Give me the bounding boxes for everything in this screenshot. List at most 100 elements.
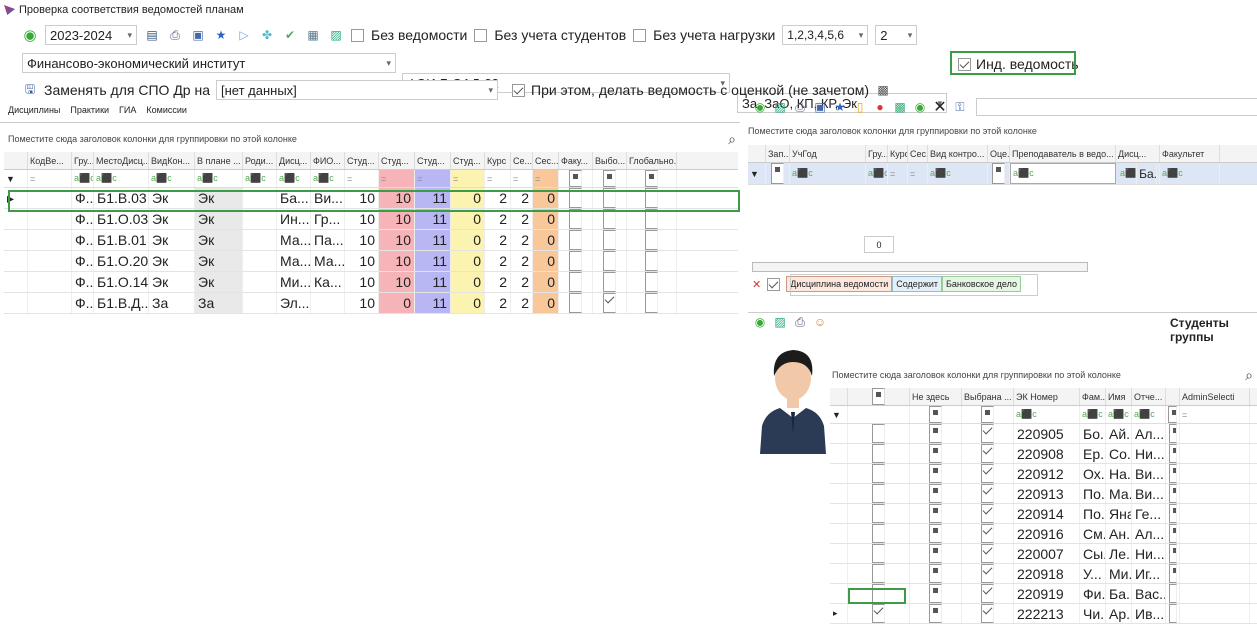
new-document-icon[interactable]: ▯	[852, 99, 868, 115]
checkbox-cell[interactable]	[1166, 424, 1180, 443]
grid-icon[interactable]: ▤	[144, 27, 160, 43]
col-header[interactable]: Факу...	[559, 152, 593, 169]
checkbox-cell[interactable]	[593, 230, 627, 250]
row-checkbox[interactable]	[872, 424, 885, 443]
checkbox-cell[interactable]	[848, 604, 910, 623]
checkbox-cell[interactable]	[910, 424, 962, 443]
col-header[interactable]: Дисц...	[277, 152, 311, 169]
no-statement-checkbox[interactable]	[351, 28, 364, 42]
col-header[interactable]: ФИО...	[311, 152, 345, 169]
row-checkbox[interactable]	[603, 230, 616, 250]
excel-icon[interactable]: ▨	[772, 99, 788, 115]
checkbox-cell[interactable]	[848, 564, 910, 583]
row-checkbox[interactable]	[645, 251, 658, 271]
row-checkbox[interactable]	[872, 544, 885, 563]
print-icon[interactable]: ⎙	[792, 99, 808, 115]
checkbox-cell[interactable]	[627, 272, 677, 292]
row-checkbox[interactable]	[981, 524, 994, 543]
filter-icon[interactable]: ▼	[748, 163, 766, 184]
col-header[interactable]: Зап...	[766, 145, 790, 162]
right-search-input[interactable]	[976, 98, 1257, 116]
checkbox-cell[interactable]	[962, 444, 1014, 463]
row-checkbox[interactable]	[1168, 524, 1177, 543]
table-icon[interactable]: ▦	[305, 27, 321, 43]
col-header[interactable]: В плане ...	[195, 152, 243, 169]
ok-icon[interactable]: ◉	[912, 99, 928, 115]
checkbox-cell[interactable]	[627, 209, 677, 229]
col-header[interactable]: Выбрана ...	[962, 388, 1014, 405]
delete-icon[interactable]: ●	[872, 99, 888, 115]
col-header[interactable]: КодВе...	[28, 152, 72, 169]
student-row[interactable]: 220912Ох...На...Ви...	[830, 464, 1257, 484]
institute-select[interactable]: Финансово-экономический институт ▾	[22, 53, 396, 73]
checkbox-cell[interactable]	[593, 272, 627, 292]
col-header[interactable]: Факультет	[1160, 145, 1220, 162]
row-checkbox[interactable]	[1168, 604, 1177, 623]
col-header[interactable]: Имя	[1106, 388, 1132, 405]
checkbox-cell[interactable]	[1166, 584, 1180, 603]
tab-disciplines[interactable]: Дисциплины	[8, 105, 60, 115]
refresh-icon[interactable]: ◉	[22, 27, 38, 44]
row-checkbox[interactable]	[929, 424, 942, 443]
student-row[interactable]: 220913По...Ма...Ви...	[830, 484, 1257, 504]
checkbox-cell[interactable]	[962, 504, 1014, 523]
row-checkbox[interactable]	[929, 484, 942, 503]
calendar-icon[interactable]: ▩	[875, 82, 891, 98]
col-header[interactable]: ВидКон...	[149, 152, 195, 169]
col-header[interactable]: Дисц...	[1116, 145, 1160, 162]
row-checkbox[interactable]	[929, 444, 942, 463]
checkbox-cell[interactable]	[910, 604, 962, 623]
row-checkbox[interactable]	[1168, 444, 1177, 463]
calendar-icon[interactable]: ▩	[892, 99, 908, 115]
print-icon[interactable]: ⎙	[792, 314, 808, 330]
checkbox-cell[interactable]	[627, 251, 677, 271]
student-row[interactable]: 220908Ер...Со...Ни...	[830, 444, 1257, 464]
checkbox-cell[interactable]	[910, 524, 962, 543]
checkbox-cell[interactable]	[910, 464, 962, 483]
student-row[interactable]: 220007Сы...Ле...Ни...	[830, 544, 1257, 564]
close-icon[interactable]: ✕	[932, 99, 948, 116]
export-icon[interactable]: ▣	[812, 99, 828, 115]
checkbox-cell[interactable]	[593, 209, 627, 229]
checkbox-cell[interactable]	[1166, 524, 1180, 543]
students-group-panel[interactable]: Поместите сюда заголовок колонки для гру…	[832, 367, 1253, 383]
row-checkbox[interactable]	[645, 230, 658, 250]
play-icon[interactable]: ▷	[236, 27, 252, 43]
student-row[interactable]: 220914По...ЯнаГе...	[830, 504, 1257, 524]
filter-icon[interactable]: ✤	[259, 27, 275, 43]
row-checkbox[interactable]	[981, 584, 994, 603]
col-header[interactable]: Роди...	[243, 152, 277, 169]
col-header[interactable]: Курс	[888, 145, 908, 162]
row-checkbox[interactable]	[1168, 464, 1177, 483]
row-checkbox[interactable]	[569, 272, 582, 292]
col-header[interactable]: Глобально...	[627, 152, 677, 169]
check-circle-icon[interactable]: ✔	[282, 27, 298, 43]
checkbox-cell[interactable]	[910, 504, 962, 523]
search-icon[interactable]: ⌕	[728, 131, 736, 148]
col-header[interactable]: Студ...	[379, 152, 415, 169]
row-checkbox[interactable]	[929, 544, 942, 563]
checkbox-cell[interactable]	[962, 544, 1014, 563]
replace-spo-select[interactable]: [нет данных] ▾	[216, 80, 498, 100]
checkbox-cell[interactable]	[848, 464, 910, 483]
row-checkbox[interactable]	[981, 444, 994, 463]
checkbox-cell[interactable]	[848, 544, 910, 563]
row-checkbox[interactable]	[603, 272, 616, 292]
checkbox-cell[interactable]	[910, 544, 962, 563]
student-row[interactable]: 220905Бо...Ай...Ал...	[830, 424, 1257, 444]
checkbox-cell[interactable]	[848, 444, 910, 463]
col-header[interactable]: Студ...	[345, 152, 379, 169]
checkbox-cell[interactable]	[627, 230, 677, 250]
terms-select[interactable]: 1,2,3,4,5,6 ▾	[782, 25, 869, 45]
checkbox-cell[interactable]	[962, 604, 1014, 623]
row-checkbox[interactable]	[645, 209, 658, 229]
filter-icon[interactable]: ▼	[4, 170, 28, 187]
excel-icon[interactable]: ▨	[772, 314, 788, 330]
col-header[interactable]: Выбо...	[593, 152, 627, 169]
col-header[interactable]	[1166, 388, 1180, 405]
col-header[interactable]: Гру...	[72, 152, 94, 169]
row-checkbox[interactable]	[603, 251, 616, 271]
col-header[interactable]: Студ...	[451, 152, 485, 169]
checkbox-cell[interactable]	[593, 293, 627, 313]
row-checkbox[interactable]	[603, 293, 616, 313]
